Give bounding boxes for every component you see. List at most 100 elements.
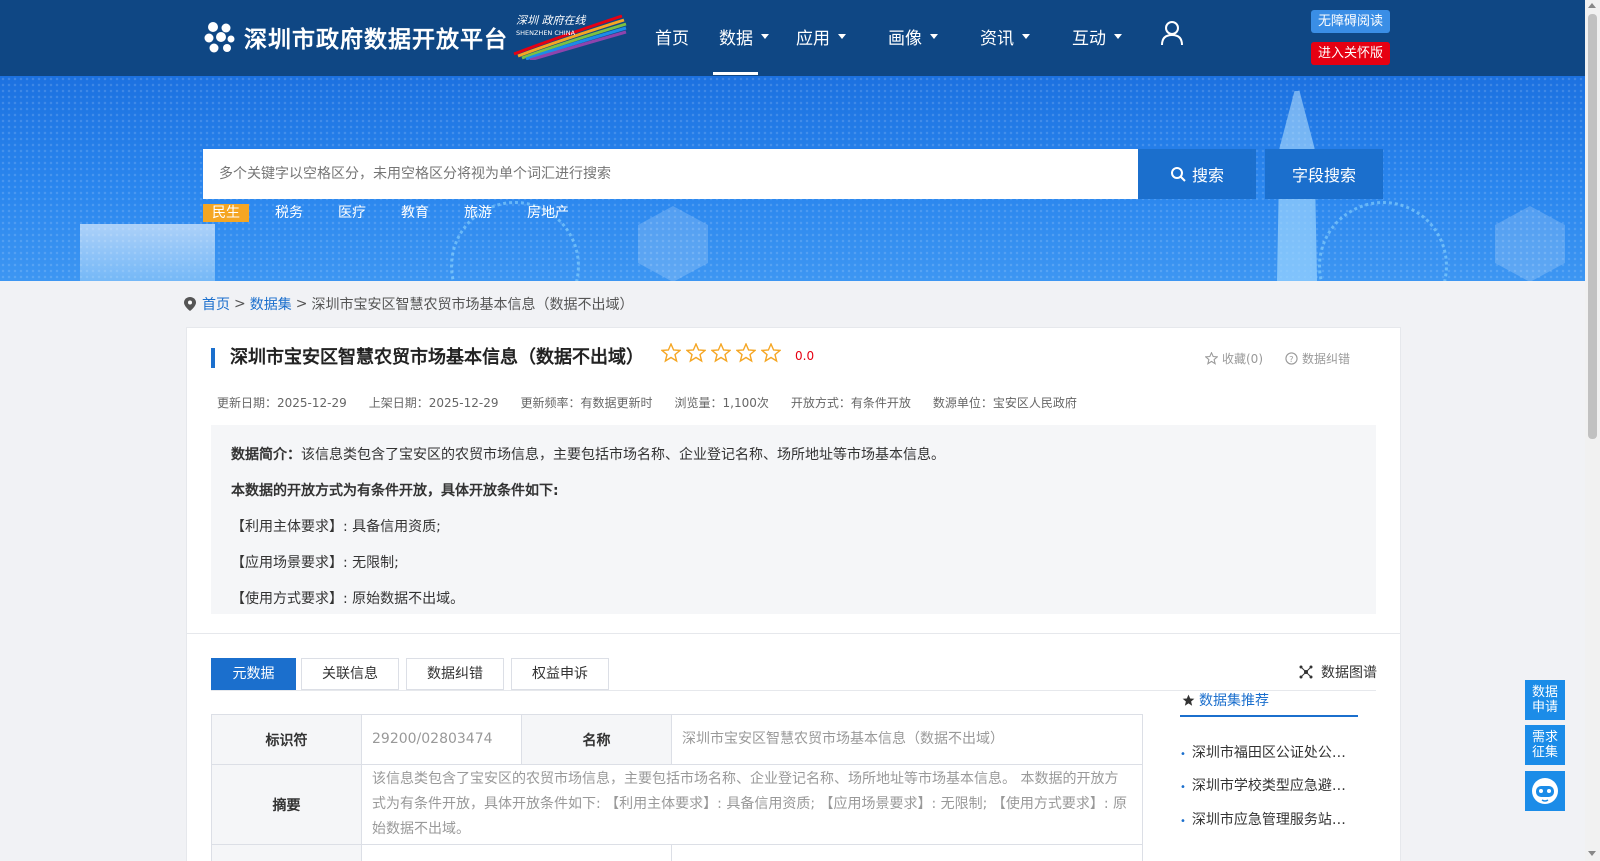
nav-data-label: 数据 xyxy=(719,29,753,49)
data-apply-label: 数据申请 xyxy=(1531,685,1558,715)
star-icon xyxy=(1182,694,1195,706)
chevron-down-icon xyxy=(838,34,846,39)
id-label: 标识符 xyxy=(211,714,362,765)
breadcrumb-separator: > xyxy=(295,296,308,312)
summary-line: 数据简介：该信息类包含了宝安区的农贸市场信息，主要包括市场名称、企业登记名称、场… xyxy=(231,437,1356,473)
tag-minsheng[interactable]: 民生 xyxy=(203,204,249,222)
dataset-info-card: 深圳市宝安区智慧农贸市场基本信息（数据不出域） 0.0 收藏(0) ? 数据纠错… xyxy=(186,327,1401,634)
scrollbar-thumb[interactable] xyxy=(1588,14,1597,439)
nav-news-label: 资讯 xyxy=(980,29,1014,49)
chevron-down-icon xyxy=(1022,34,1030,39)
breadcrumb-home[interactable]: 首页 xyxy=(202,294,230,314)
breadcrumb-separator: > xyxy=(234,296,246,312)
tag-tourism[interactable]: 旅游 xyxy=(455,204,501,222)
requirement-usage: 【使用方式要求】: 原始数据不出域。 xyxy=(231,591,465,607)
breadcrumb-dataset[interactable]: 数据集 xyxy=(250,294,292,314)
data-apply-button[interactable]: 数据申请 xyxy=(1525,680,1565,720)
scroll-down-icon[interactable] xyxy=(1588,851,1596,856)
requirement-subject: 【利用主体要求】: 具备信用资质; xyxy=(231,519,441,535)
nav-interact[interactable]: 互动 xyxy=(1072,24,1122,49)
star-icon[interactable] xyxy=(711,343,731,363)
open-condition: 本数据的开放方式为有条件开放，具体开放条件如下: xyxy=(231,473,1356,509)
search-input[interactable] xyxy=(203,149,1138,199)
recommend-title: 数据集推荐 xyxy=(1180,685,1358,717)
user-icon[interactable] xyxy=(1160,20,1184,46)
tab-metadata[interactable]: 元数据 xyxy=(211,658,296,690)
data-graph-label: 数据图谱 xyxy=(1321,665,1377,681)
table-row: 标识符 29200/02803474 名称 深圳市宝安区智慧农贸市场基本信息（数… xyxy=(211,714,1143,765)
scroll-up-icon[interactable] xyxy=(1588,3,1596,8)
meta-open-mode: 开放方式：有条件开放 xyxy=(790,396,911,410)
rating-value: 0.0 xyxy=(795,349,815,363)
chevron-down-icon xyxy=(761,34,769,39)
nav-home[interactable]: 首页 xyxy=(655,24,689,49)
meta-update-frequency: 更新频率：有数据更新时 xyxy=(520,396,653,410)
meta-publish-date: 上架日期：2025-12-29 xyxy=(368,396,499,410)
nav-data[interactable]: 数据 xyxy=(719,24,769,49)
demand-collect-button[interactable]: 需求征集 xyxy=(1525,725,1565,765)
nav-apps[interactable]: 应用 xyxy=(796,24,846,49)
rating-stars[interactable] xyxy=(661,343,781,363)
table-row xyxy=(211,844,1143,861)
abstract-value: 该信息类包含了宝安区的农贸市场信息，主要包括市场名称、企业登记名称、场所地址等市… xyxy=(361,764,1143,845)
breadcrumb-current: 深圳市宝安区智慧农贸市场基本信息（数据不出域） xyxy=(311,297,634,313)
tab-data-correction[interactable]: 数据纠错 xyxy=(406,658,504,690)
graph-icon xyxy=(1299,665,1313,679)
top-navbar: 深圳市政府数据开放平台 深圳 政府在线 SHENZHEN CHINA 首页 数据… xyxy=(0,0,1585,76)
city-logo-text: 深圳 政府在线 xyxy=(516,14,586,27)
abstract-label: 摘要 xyxy=(211,764,362,845)
metadata-table: 标识符 29200/02803474 名称 深圳市宝安区智慧农贸市场基本信息（数… xyxy=(211,714,1143,861)
star-icon[interactable] xyxy=(661,343,681,363)
requirement-scenario: 【应用场景要求】: 无限制; xyxy=(231,555,399,571)
nav-home-label: 首页 xyxy=(655,29,689,49)
recommend-item[interactable]: 深圳市福田区公证处公证... xyxy=(1180,742,1358,762)
favorite-label: 收藏(0) xyxy=(1222,352,1263,366)
name-value: 深圳市宝安区智慧农贸市场基本信息（数据不出域） xyxy=(671,714,1143,765)
site-logo[interactable]: 深圳市政府数据开放平台 xyxy=(202,20,508,54)
page-scrollbar[interactable] xyxy=(1585,0,1600,861)
accessibility-button[interactable]: 无障碍阅读 xyxy=(1311,10,1390,33)
svg-text:?: ? xyxy=(1289,354,1293,364)
metadata-card: 元数据 关联信息 数据纠错 权益申诉 数据图谱 标识符 29200/028034… xyxy=(186,634,1401,861)
star-outline-icon xyxy=(1205,352,1218,365)
shenzhen-china-logo: 深圳 政府在线 SHENZHEN CHINA xyxy=(513,14,627,60)
care-mode-button[interactable]: 进入关怀版 xyxy=(1311,42,1390,65)
search-icon xyxy=(1170,167,1186,182)
meta-views: 浏览量：1,100次 xyxy=(674,396,769,410)
search-button-label: 搜索 xyxy=(1191,166,1224,185)
star-icon[interactable] xyxy=(736,343,756,363)
logo-icon xyxy=(204,22,235,53)
star-icon[interactable] xyxy=(686,343,706,363)
table-row: 摘要 该信息类包含了宝安区的农贸市场信息，主要包括市场名称、企业登记名称、场所地… xyxy=(211,764,1143,845)
nav-portrait[interactable]: 画像 xyxy=(888,24,938,49)
table-cell xyxy=(211,844,362,861)
tab-rights-appeal[interactable]: 权益申诉 xyxy=(511,658,609,690)
chevron-down-icon xyxy=(930,34,938,39)
star-icon[interactable] xyxy=(761,343,781,363)
nav-news[interactable]: 资讯 xyxy=(980,24,1030,49)
tab-related-info[interactable]: 关联信息 xyxy=(301,658,399,690)
tag-education[interactable]: 教育 xyxy=(392,204,438,222)
search-button[interactable]: 搜索 xyxy=(1138,149,1256,199)
recommend-item[interactable]: 深圳市应急管理服务站信息 xyxy=(1180,809,1358,829)
page-title: 深圳市宝安区智慧农贸市场基本信息（数据不出域） xyxy=(230,347,644,368)
favorite-button[interactable]: 收藏(0) xyxy=(1205,350,1263,367)
open-condition-text: 本数据的开放方式为有条件开放，具体开放条件如下: xyxy=(231,483,559,499)
table-cell xyxy=(671,844,1143,861)
nav-apps-label: 应用 xyxy=(796,29,830,49)
data-correction-link[interactable]: ? 数据纠错 xyxy=(1285,350,1350,367)
chatbot-button[interactable] xyxy=(1525,771,1565,811)
dataset-meta-row: 更新日期：2025-12-29 上架日期：2025-12-29 更新频率：有数据… xyxy=(217,394,1099,411)
nav-interact-label: 互动 xyxy=(1072,29,1106,49)
city-logo-sub: SHENZHEN CHINA xyxy=(516,29,576,37)
decor-building xyxy=(80,224,215,281)
data-graph-link[interactable]: 数据图谱 xyxy=(1299,662,1377,682)
field-search-button[interactable]: 字段搜索 xyxy=(1265,149,1383,199)
recommend-item[interactable]: 深圳市学校类型应急避难... xyxy=(1180,775,1358,795)
tag-tax[interactable]: 税务 xyxy=(266,204,312,222)
tag-medical[interactable]: 医疗 xyxy=(329,204,375,222)
tag-realestate[interactable]: 房地产 xyxy=(518,204,578,222)
nav-portrait-label: 画像 xyxy=(888,29,922,49)
summary-label: 数据简介： xyxy=(231,447,301,463)
data-correction-label: 数据纠错 xyxy=(1302,352,1351,366)
